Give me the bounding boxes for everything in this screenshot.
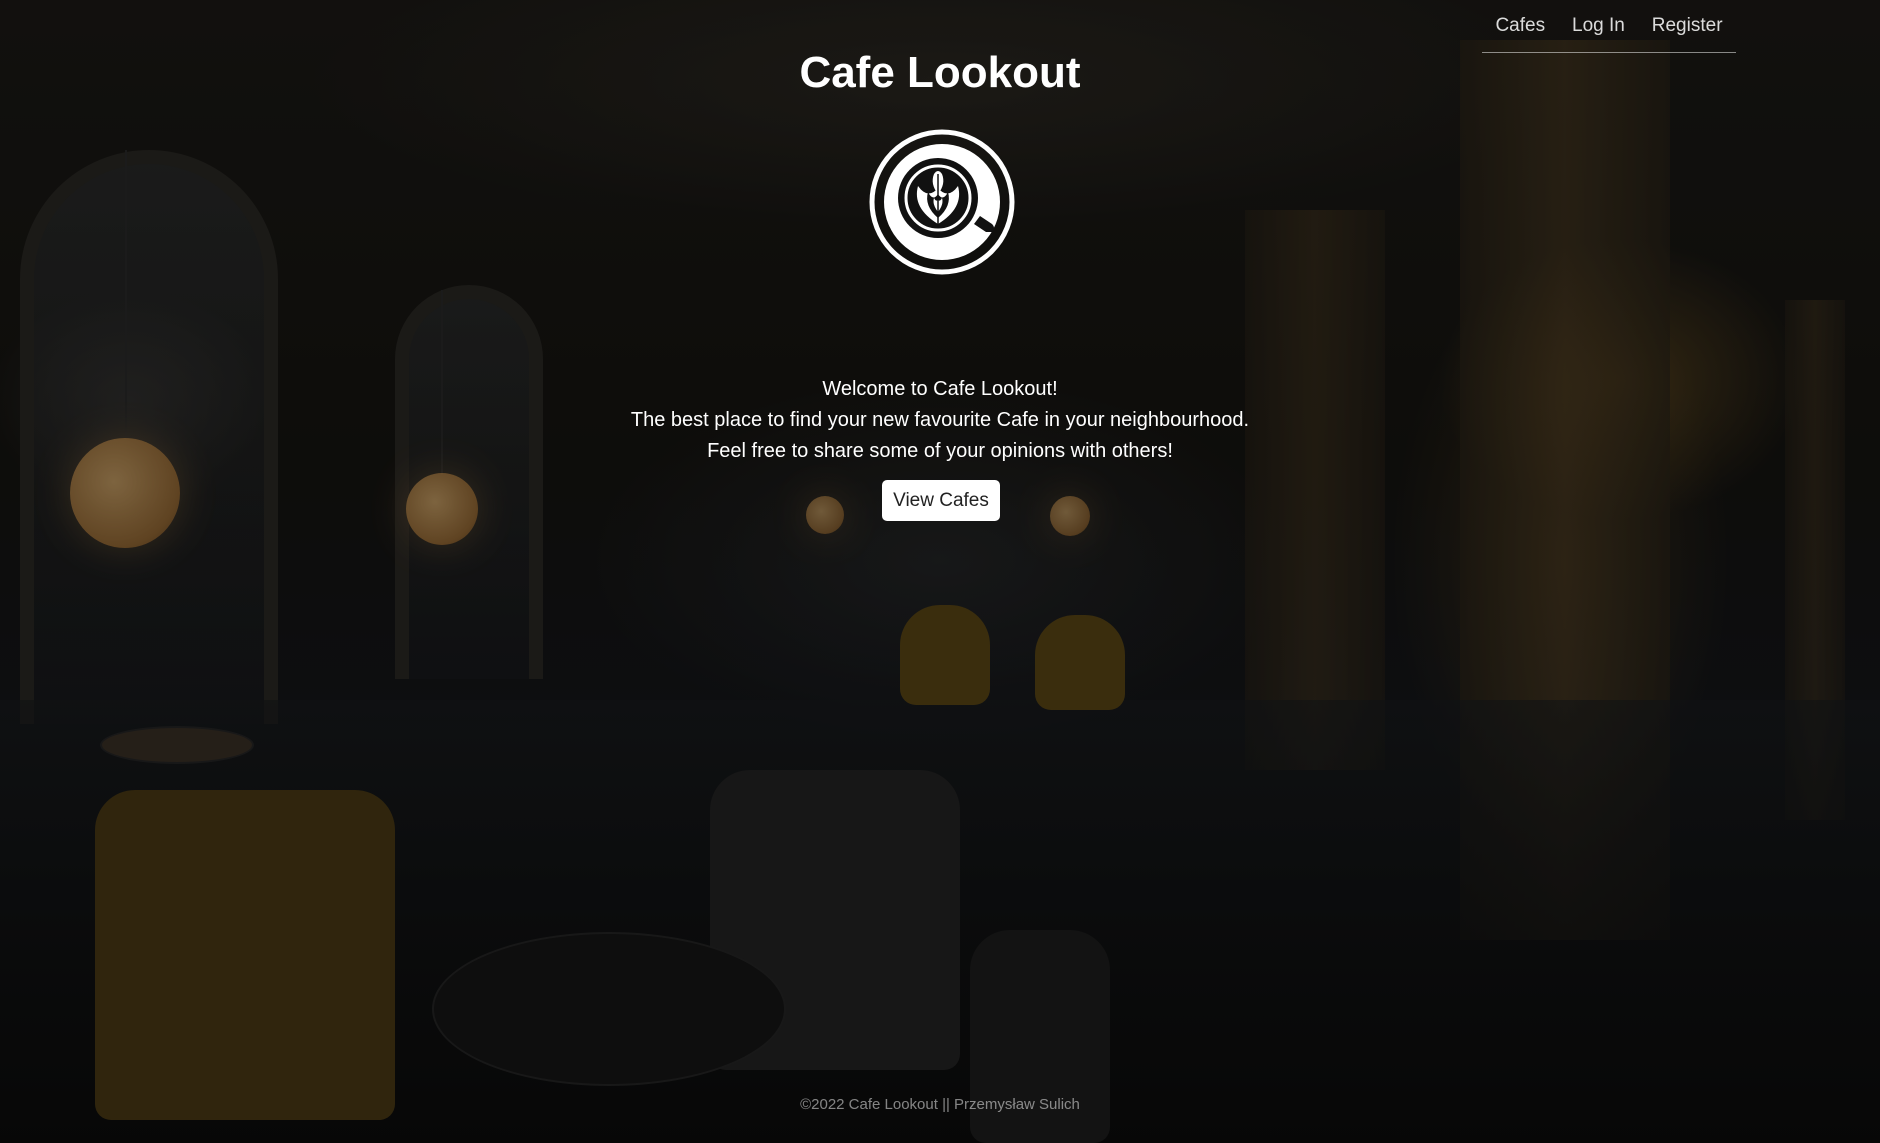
welcome-line: Welcome to Cafe Lookout! xyxy=(822,378,1058,400)
nav-link-login[interactable]: Log In xyxy=(1566,11,1631,41)
footer: ©2022 Cafe Lookout || Przemysław Sulich xyxy=(800,1096,1080,1113)
page-title: Cafe Lookout xyxy=(799,48,1081,97)
latte-art-cup-icon xyxy=(868,128,1016,276)
welcome-text: Welcome to Cafe Lookout! The best place … xyxy=(0,374,1880,467)
share-line: Feel free to share some of your opinions… xyxy=(707,440,1173,462)
tagline-line: The best place to find your new favourit… xyxy=(630,409,1250,431)
nav-link-register[interactable]: Register xyxy=(1646,11,1729,41)
view-cafes-button[interactable]: View Cafes xyxy=(882,480,1000,521)
top-nav: Cafes Log In Register xyxy=(1482,0,1736,53)
nav-link-cafes[interactable]: Cafes xyxy=(1489,11,1551,41)
